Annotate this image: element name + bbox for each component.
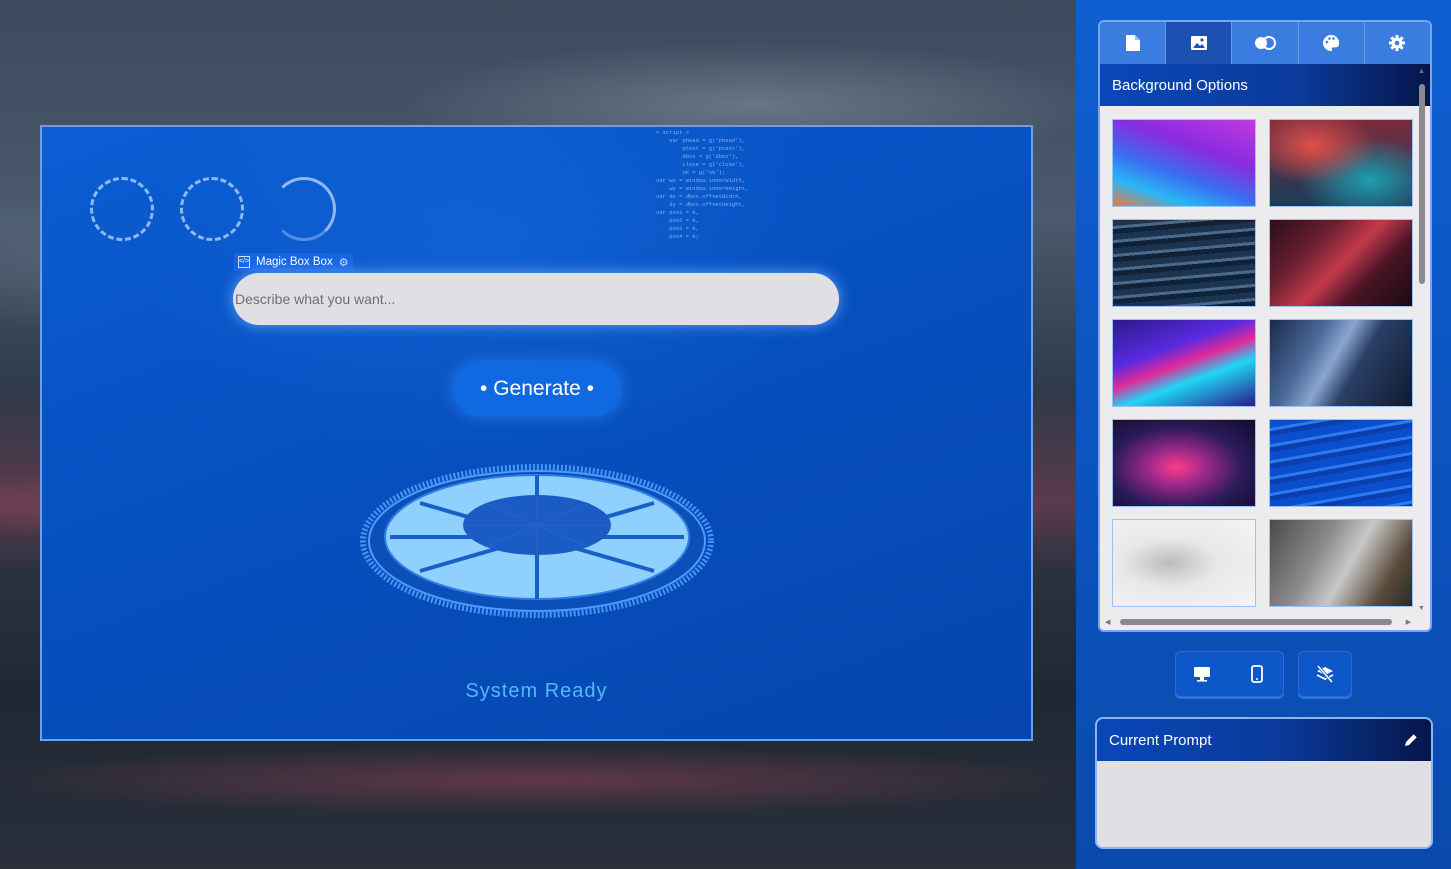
tab-document[interactable]	[1100, 22, 1167, 64]
thumbnail-pink-glow-dark[interactable]	[1112, 419, 1256, 507]
background-options-panel: Background Options ▲ ▼ ◀ ▶	[1098, 20, 1432, 632]
background-options-title: Background Options	[1100, 64, 1430, 106]
vertical-scrollbar[interactable]: ▲ ▼	[1416, 66, 1428, 612]
generate-button[interactable]: • Generate •	[453, 362, 621, 416]
scroll-left-icon[interactable]: ◀	[1105, 618, 1110, 626]
current-prompt-panel: Current Prompt	[1095, 717, 1433, 849]
scroll-right-icon[interactable]: ▶	[1406, 618, 1411, 626]
document-icon	[1125, 35, 1140, 51]
scroll-down-icon[interactable]: ▼	[1418, 605, 1425, 612]
tab-blend[interactable]	[1232, 22, 1299, 64]
code-line: ok = g('ok');	[656, 169, 726, 176]
thumbnail-red-geometric-cubes[interactable]	[1269, 219, 1413, 307]
desktop-icon	[1194, 667, 1211, 682]
code-line: var pos1 = 0,	[656, 209, 699, 216]
current-prompt-title: Current Prompt	[1109, 731, 1212, 749]
code-line: dy = dbox.offsetHeight,	[656, 201, 746, 208]
desktop-view-button[interactable]	[1175, 651, 1230, 697]
pencil-icon[interactable]	[1403, 732, 1419, 748]
tab-palette[interactable]	[1298, 22, 1365, 64]
tab-settings[interactable]	[1364, 22, 1430, 64]
thumbnail-laptop-hand-pointing[interactable]	[1269, 519, 1413, 607]
code-icon: </>	[238, 256, 250, 268]
code-overlay: < script > var phead = g('phead'), ptext…	[656, 129, 836, 241]
prompt-input[interactable]	[233, 273, 839, 325]
thumbnail-red-teal-smoke[interactable]	[1269, 119, 1413, 207]
thumbnail-blue-polygon-shards[interactable]	[1269, 319, 1413, 407]
mobile-icon	[1250, 665, 1263, 683]
thumbnail-ocean-waves[interactable]	[1112, 219, 1256, 307]
thumbnail-laptop-desk-top-view[interactable]	[1112, 519, 1256, 607]
code-line: pos2 = 0,	[656, 217, 699, 224]
horizontal-scroll-thumb[interactable]	[1120, 619, 1392, 625]
gear-icon[interactable]: ⚙	[339, 256, 349, 269]
mobile-view-button[interactable]	[1230, 651, 1285, 697]
code-line: var phead = g('phead'),	[656, 137, 746, 144]
blend-icon	[1255, 36, 1276, 50]
code-line: close = g('close'),	[656, 161, 746, 168]
layers-off-icon	[1316, 665, 1334, 683]
status-text: System Ready	[465, 680, 608, 702]
code-line: dbox = g('dbox'),	[656, 153, 739, 160]
code-line: var dx = dbox.offsetWidth,	[656, 193, 742, 200]
loader-ring-2	[180, 177, 244, 241]
current-prompt-header: Current Prompt	[1097, 719, 1431, 761]
tab-image[interactable]	[1166, 22, 1233, 64]
sidebar-tabs	[1100, 22, 1430, 64]
palette-icon	[1323, 34, 1340, 51]
current-prompt-text	[1097, 761, 1431, 777]
control-wheel[interactable]	[360, 463, 714, 619]
horizontal-scrollbar[interactable]: ◀ ▶	[1100, 614, 1414, 630]
image-icon	[1190, 36, 1207, 50]
vertical-scroll-thumb[interactable]	[1419, 84, 1425, 284]
right-sidebar: Background Options ▲ ▼ ◀ ▶ Current Promp…	[1076, 0, 1451, 869]
thumbnail-blue-water-surface[interactable]	[1269, 419, 1413, 507]
layers-toggle-button[interactable]	[1298, 651, 1352, 697]
loader-ring-3	[272, 177, 336, 241]
code-line: ptext = g('ptext'),	[656, 145, 746, 152]
code-line: < script >	[656, 129, 690, 136]
loader-ring-1	[90, 177, 154, 241]
code-line: var wx = window.innerWidth,	[656, 177, 746, 184]
magic-box-tag[interactable]: </> Magic Box Box ⚙	[234, 253, 353, 271]
thumbnail-abstract-purple-blue-wave[interactable]	[1112, 119, 1256, 207]
device-toggle-group	[1175, 651, 1284, 697]
thumbnail-neon-diagonal-stripes[interactable]	[1112, 319, 1256, 407]
scroll-up-icon[interactable]: ▲	[1418, 68, 1425, 75]
magic-box-tag-label: Magic Box Box	[256, 256, 333, 268]
background-thumbnail-grid	[1112, 119, 1413, 607]
code-line: wy = window.innerHeight,	[656, 185, 749, 192]
code-line: pos3 = 0,	[656, 225, 699, 232]
code-line: pos4 = 0;	[656, 233, 699, 240]
gear-icon	[1389, 35, 1406, 51]
preview-panel: < script > var phead = g('phead'), ptext…	[40, 125, 1033, 741]
